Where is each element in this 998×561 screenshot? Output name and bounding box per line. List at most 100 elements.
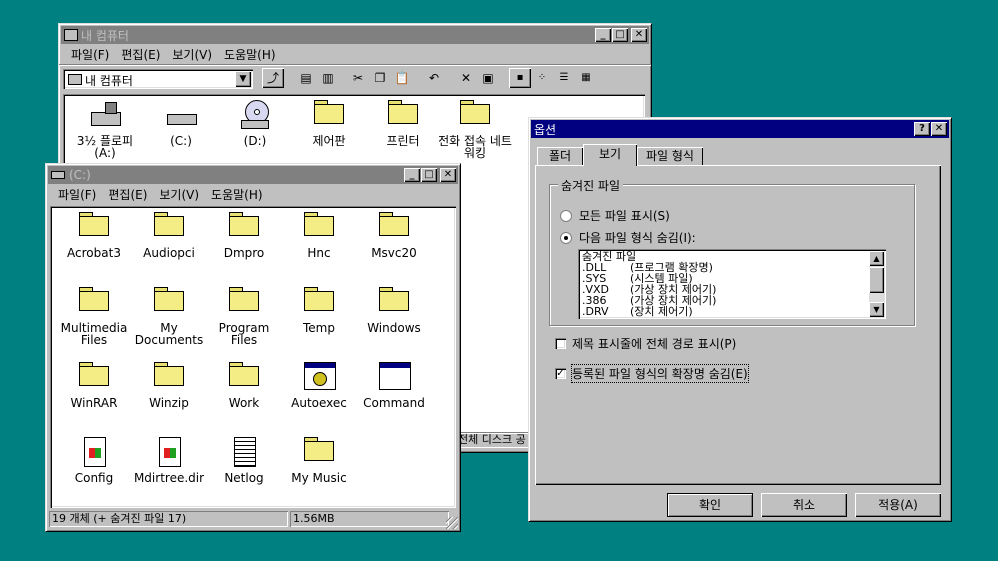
- dial-up-networking[interactable]: 전화 접속 네트워킹: [435, 100, 515, 159]
- address-combo[interactable]: 내 컴퓨터 ▼: [63, 69, 253, 89]
- menu-view[interactable]: 보기(V): [153, 186, 205, 203]
- menu-edit[interactable]: 편집(E): [102, 186, 153, 203]
- help-button[interactable]: ?: [914, 122, 930, 136]
- file-item[interactable]: My Music: [280, 437, 358, 484]
- checkbox-full-path[interactable]: 제목 표시줄에 전체 경로 표시(P): [555, 335, 736, 352]
- options-titlebar[interactable]: 옵션 ? ✕: [531, 120, 949, 138]
- scroll-up-button[interactable]: ▲: [869, 251, 884, 266]
- small-icons-view-icon[interactable]: ⁘: [531, 68, 553, 88]
- apply-button[interactable]: 적용(A): [855, 493, 941, 517]
- file-item[interactable]: Acrobat3: [55, 212, 133, 259]
- menu-help[interactable]: 도움말(H): [205, 186, 269, 203]
- c-drive-content: Acrobat3 Audiopci Dmpro Hnc Msvc20 Multimedia…: [50, 206, 456, 508]
- tab-folder[interactable]: 폴더: [537, 147, 583, 165]
- computer-icon: [64, 29, 78, 41]
- file-item[interactable]: Work: [205, 362, 283, 409]
- file-item[interactable]: Multimedia Files: [55, 287, 133, 346]
- maximize-button[interactable]: □: [612, 28, 628, 42]
- cancel-button[interactable]: 취소: [761, 493, 847, 517]
- close-button[interactable]: ✕: [440, 168, 456, 182]
- file-item[interactable]: WinRAR: [55, 362, 133, 409]
- folder-icon: [78, 287, 110, 317]
- address-dropdown-button[interactable]: ▼: [235, 71, 251, 87]
- file-item[interactable]: Autoexec: [280, 362, 358, 409]
- options-dialog: 옵션 ? ✕ 폴더 보기 파일 형식 숨겨진 파일 모든 파일 표시(S) 다음…: [528, 117, 952, 522]
- checkbox-hide-extensions[interactable]: ✓ 등록된 파일 형식의 확장명 숨김(E): [555, 364, 749, 383]
- folder-icon: [228, 212, 260, 242]
- menu-bar: 파일(F) 편집(E) 보기(V) 도움말(H): [59, 44, 651, 64]
- list-view-icon[interactable]: ☰: [553, 68, 575, 88]
- file-item[interactable]: Mdirtree.dir: [130, 437, 208, 484]
- list-scrollbar[interactable]: ▲ ▼: [869, 251, 884, 317]
- folder-icon: [378, 212, 410, 242]
- paste-icon[interactable]: 📋: [391, 68, 413, 88]
- file-item[interactable]: My Documents: [130, 287, 208, 346]
- delete-icon[interactable]: ✕: [455, 68, 477, 88]
- file-item[interactable]: Dmpro: [205, 212, 283, 259]
- large-icons-view-icon[interactable]: ▪: [509, 68, 531, 88]
- file-item[interactable]: Windows: [355, 287, 433, 334]
- close-button[interactable]: ✕: [931, 122, 947, 136]
- folder-icon: [78, 362, 110, 392]
- copy-icon[interactable]: ❐: [369, 68, 391, 88]
- file-item[interactable]: Program Files: [205, 287, 283, 346]
- menu-edit[interactable]: 편집(E): [115, 46, 166, 63]
- map-drive-icon[interactable]: ▤: [295, 68, 317, 88]
- file-item[interactable]: Msvc20: [355, 212, 433, 259]
- status-object-count: 19 개체 (+ 숨겨진 파일 17): [49, 511, 288, 527]
- system-file-icon: [78, 437, 110, 467]
- menu-file[interactable]: 파일(F): [65, 46, 115, 63]
- my-computer-titlebar[interactable]: 내 컴퓨터 _ □ ✕: [61, 26, 649, 44]
- file-item[interactable]: Temp: [280, 287, 358, 334]
- file-item[interactable]: Command: [355, 362, 433, 409]
- menu-view[interactable]: 보기(V): [166, 46, 218, 63]
- close-button[interactable]: ✕: [631, 28, 647, 42]
- radio-show-all[interactable]: 모든 파일 표시(S): [560, 207, 670, 224]
- ok-button[interactable]: 확인: [667, 493, 753, 517]
- menu-file[interactable]: 파일(F): [52, 186, 102, 203]
- scroll-down-button[interactable]: ▼: [869, 302, 884, 317]
- cut-icon[interactable]: ✂: [347, 68, 369, 88]
- resize-grip-icon[interactable]: [446, 517, 458, 529]
- tab-file-types[interactable]: 파일 형식: [637, 147, 703, 165]
- address-value: 내 컴퓨터: [85, 74, 133, 88]
- tab-panel: 숨겨진 파일 모든 파일 표시(S) 다음 파일 형식 숨김(I): 숨겨진 파…: [535, 165, 941, 485]
- floppy-drive[interactable]: 3½ 플로피 (A:): [65, 100, 145, 159]
- status-size: 1.56MB: [290, 511, 449, 527]
- list-item[interactable]: .DRV (장치 제어기): [582, 306, 716, 317]
- menu-help[interactable]: 도움말(H): [218, 46, 282, 63]
- window-title: 내 컴퓨터: [81, 28, 129, 43]
- file-item[interactable]: Config: [55, 437, 133, 484]
- d-drive[interactable]: (D:): [215, 100, 295, 147]
- file-item[interactable]: Hnc: [280, 212, 358, 259]
- toolbar: 내 컴퓨터 ▼ ⤴ ▤ ▥ ✂ ❐ 📋 ↶ ✕ ▣ ▪ ⁘ ☰ ▦: [59, 64, 651, 91]
- c-drive-titlebar[interactable]: (C:) _ □ ✕: [48, 166, 458, 184]
- c-drive[interactable]: (C:): [141, 100, 221, 147]
- properties-icon[interactable]: ▣: [477, 68, 499, 88]
- up-folder-icon[interactable]: ⤴: [262, 68, 284, 88]
- computer-icon: [68, 74, 82, 85]
- radio-hide-types[interactable]: 다음 파일 형식 숨김(I):: [560, 229, 696, 246]
- folder-icon: [153, 287, 185, 317]
- folder-icon: [153, 212, 185, 242]
- menu-bar: 파일(F) 편집(E) 보기(V) 도움말(H): [46, 184, 460, 204]
- printers[interactable]: 프린터: [363, 100, 443, 147]
- batch-file-icon: [303, 362, 336, 392]
- file-item[interactable]: Netlog: [205, 437, 283, 484]
- minimize-button[interactable]: _: [595, 28, 611, 42]
- disconnect-drive-icon[interactable]: ▥: [317, 68, 339, 88]
- control-panel[interactable]: 제어판: [289, 100, 369, 147]
- system-file-icon: [153, 437, 185, 467]
- file-item[interactable]: Winzip: [130, 362, 208, 409]
- maximize-button[interactable]: □: [421, 168, 437, 182]
- file-item[interactable]: Audiopci: [130, 212, 208, 259]
- folder-icon: [303, 212, 335, 242]
- scroll-thumb[interactable]: [869, 267, 884, 293]
- hidden-types-list[interactable]: 숨겨진 파일 .DLL (프로그램 확장명) .SYS (시스템 파일) .VXD (가상 …: [578, 249, 886, 319]
- details-view-icon[interactable]: ▦: [575, 68, 597, 88]
- window-title: (C:): [69, 168, 91, 182]
- minimize-button[interactable]: _: [404, 168, 420, 182]
- undo-icon[interactable]: ↶: [423, 68, 445, 88]
- text-file-icon: [228, 437, 260, 467]
- tab-view[interactable]: 보기: [583, 144, 637, 166]
